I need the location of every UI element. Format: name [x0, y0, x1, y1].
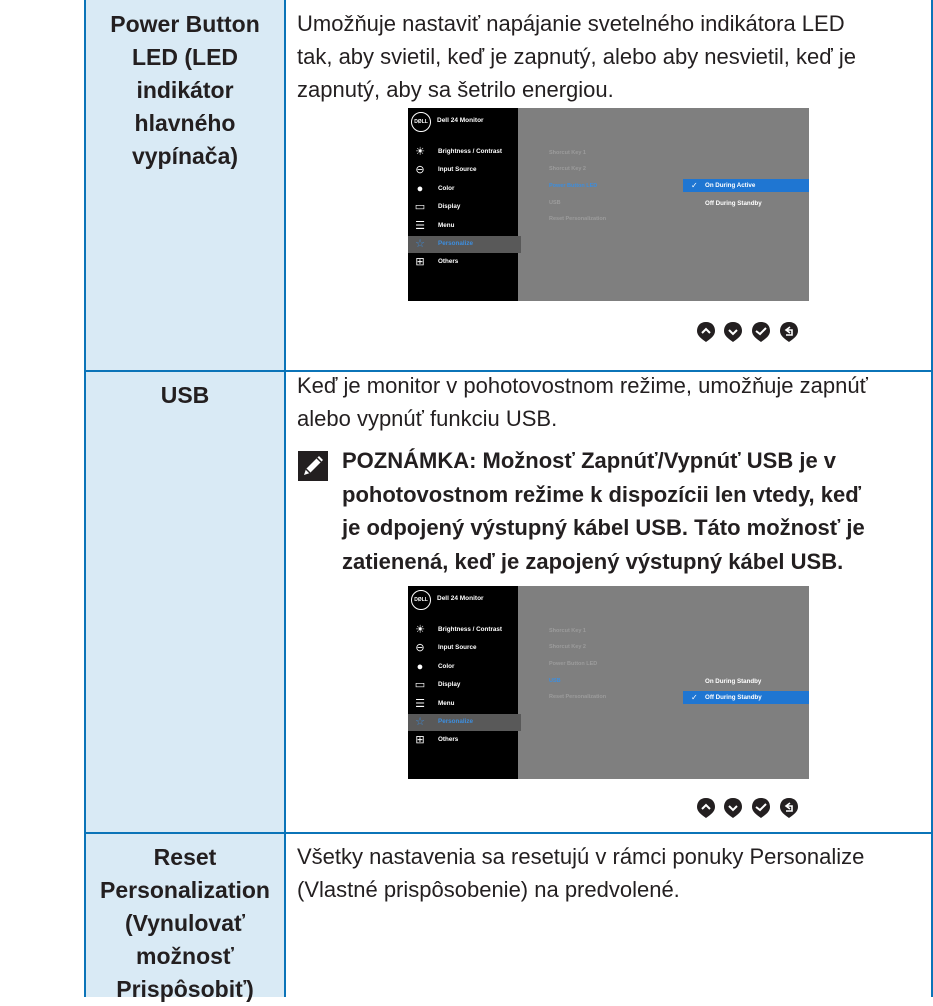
up-button-icon[interactable]: [696, 797, 716, 819]
osd-nav-buttons: [696, 797, 800, 819]
note-pencil-icon: [298, 451, 328, 481]
osd-option-off-during-standby[interactable]: Off During Standby: [683, 197, 809, 210]
table-border-left: [84, 0, 86, 997]
osd-title: Dell 24 Monitor: [437, 117, 484, 124]
table-border-mid: [284, 0, 286, 997]
row-label-reset-personalization: Reset Personalization (Vynulovať možnosť…: [100, 844, 270, 1002]
osd-option-on-during-active[interactable]: ✓ On During Active: [683, 179, 809, 192]
display-icon: ▭: [414, 679, 426, 691]
osd-menu-power-led: DØLL Dell 24 Monitor ☀ Brightness / Cont…: [408, 108, 809, 301]
brightness-icon: ☀: [415, 146, 425, 158]
ok-button-icon[interactable]: [751, 797, 771, 819]
color-icon: ●: [416, 661, 424, 673]
row-label-power-button-led: Power Button LED (LED indikátor hlavného…: [110, 11, 260, 169]
osd-sub-usb[interactable]: USB: [549, 200, 561, 206]
osd-menu-item-input-source[interactable]: ⊖ Input Source: [408, 640, 518, 657]
input-source-icon: ⊖: [415, 642, 425, 654]
osd-sub-reset-personalization[interactable]: Reset Personalization: [549, 694, 606, 700]
osd-menu-item-display[interactable]: ▭ Display: [408, 199, 518, 216]
osd-sub-power-button-led[interactable]: Power Button LED: [549, 661, 597, 667]
display-icon: ▭: [414, 201, 426, 213]
osd-nav-buttons: [696, 321, 800, 343]
others-icon: ⊞: [415, 256, 425, 268]
checkmark-icon: ✓: [691, 181, 698, 190]
personalize-icon: ☆: [415, 238, 425, 250]
input-source-icon: ⊖: [415, 164, 425, 176]
ok-button-icon[interactable]: [751, 321, 771, 343]
back-button-icon[interactable]: [779, 321, 799, 343]
osd-sub-reset-personalization[interactable]: Reset Personalization: [549, 216, 606, 222]
osd-sub-power-button-led[interactable]: Power Button LED: [549, 183, 597, 189]
osd-menu-usb: DØLL Dell 24 Monitor ☀ Brightness / Cont…: [408, 586, 809, 779]
row-label-usb: USB: [160, 382, 210, 408]
osd-menu-item-input-source[interactable]: ⊖ Input Source: [408, 162, 518, 179]
osd-sub-usb[interactable]: USB: [549, 678, 561, 684]
osd-menu-item-personalize[interactable]: ☆ Personalize: [408, 714, 521, 731]
brightness-icon: ☀: [415, 624, 425, 636]
osd-menu-item-display[interactable]: ▭ Display: [408, 677, 518, 694]
osd-menu-item-brightness[interactable]: ☀ Brightness / Contrast: [408, 622, 518, 639]
osd-menu-item-color[interactable]: ● Color: [408, 659, 518, 676]
color-icon: ●: [416, 183, 424, 195]
row-desc-usb: Keď je monitor v pohotovostnom režime, u…: [297, 373, 868, 431]
osd-menu-item-others[interactable]: ⊞ Others: [408, 254, 518, 271]
back-button-icon[interactable]: [779, 797, 799, 819]
down-button-icon[interactable]: [723, 797, 743, 819]
dell-logo: DØLL: [411, 112, 431, 132]
osd-title: Dell 24 Monitor: [437, 595, 484, 602]
osd-menu-item-color[interactable]: ● Color: [408, 181, 518, 198]
down-button-icon[interactable]: [723, 321, 743, 343]
osd-option-on-during-standby[interactable]: On During Standby: [683, 675, 809, 688]
osd-sub-shortcut-key-2[interactable]: Shorcut Key 2: [549, 166, 586, 172]
personalize-icon: ☆: [415, 716, 425, 728]
osd-menu-item-brightness[interactable]: ☀ Brightness / Contrast: [408, 144, 518, 161]
others-icon: ⊞: [415, 734, 425, 746]
row-desc-power-button-led: Umožňuje nastaviť napájanie svetelného i…: [297, 11, 857, 102]
menu-icon: ☰: [415, 220, 425, 232]
row-divider-2: [84, 832, 933, 834]
osd-menu-item-personalize[interactable]: ☆ Personalize: [408, 236, 521, 253]
osd-menu-item-others[interactable]: ⊞ Others: [408, 732, 518, 749]
row-desc-reset-personalization: Všetky nastavenia sa resetujú v rámci po…: [297, 844, 865, 902]
up-button-icon[interactable]: [696, 321, 716, 343]
osd-sub-shortcut-key-1[interactable]: Shorcut Key 1: [549, 150, 586, 156]
osd-menu-item-menu[interactable]: ☰ Menu: [408, 696, 518, 713]
osd-sub-shortcut-key-2[interactable]: Shorcut Key 2: [549, 644, 586, 650]
osd-menu-item-menu[interactable]: ☰ Menu: [408, 218, 518, 235]
osd-option-off-during-standby[interactable]: ✓ Off During Standby: [683, 691, 809, 704]
usb-note: POZNÁMKA: Možnosť Zapnúť/Vypnúť USB je v…: [342, 448, 865, 574]
menu-icon: ☰: [415, 698, 425, 710]
checkmark-icon: ✓: [691, 693, 698, 702]
dell-logo: DØLL: [411, 590, 431, 610]
osd-sub-shortcut-key-1[interactable]: Shorcut Key 1: [549, 628, 586, 634]
